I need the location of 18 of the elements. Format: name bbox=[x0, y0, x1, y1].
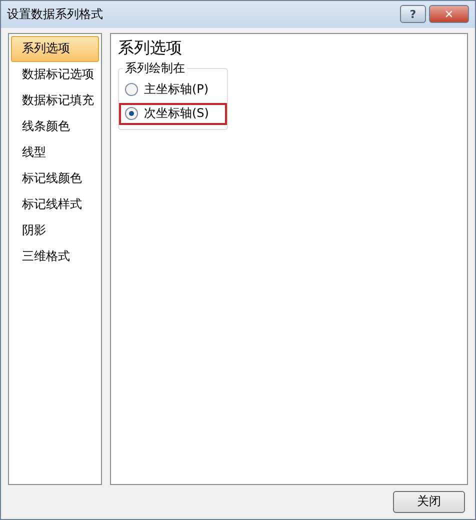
close-dialog-button[interactable]: 关闭 bbox=[393, 490, 465, 513]
radio-option[interactable]: 主坐标轴(P) bbox=[119, 78, 227, 101]
sidebar-item[interactable]: 三维格式 bbox=[11, 244, 99, 270]
radio-option[interactable]: 次坐标轴(S) bbox=[119, 102, 227, 125]
group-legend: 系列绘制在 bbox=[123, 60, 187, 77]
sidebar-item[interactable]: 数据标记填充 bbox=[11, 88, 99, 114]
sidebar-item[interactable]: 线条颜色 bbox=[11, 114, 99, 140]
sidebar-item[interactable]: 系列选项 bbox=[11, 36, 99, 62]
panel-title: 系列选项 bbox=[118, 38, 183, 59]
radio-icon bbox=[125, 83, 138, 96]
window-title: 设置数据系列格式 bbox=[7, 6, 103, 23]
sidebar-item[interactable]: 数据标记选项 bbox=[11, 62, 99, 88]
sidebar-item[interactable]: 标记线样式 bbox=[11, 192, 99, 218]
help-button[interactable]: ? bbox=[400, 5, 426, 24]
sidebar-item[interactable]: 阴影 bbox=[11, 218, 99, 244]
sidebar-item[interactable]: 标记线颜色 bbox=[11, 166, 99, 192]
radio-icon bbox=[125, 107, 138, 120]
sidebar-item[interactable]: 线型 bbox=[11, 140, 99, 166]
